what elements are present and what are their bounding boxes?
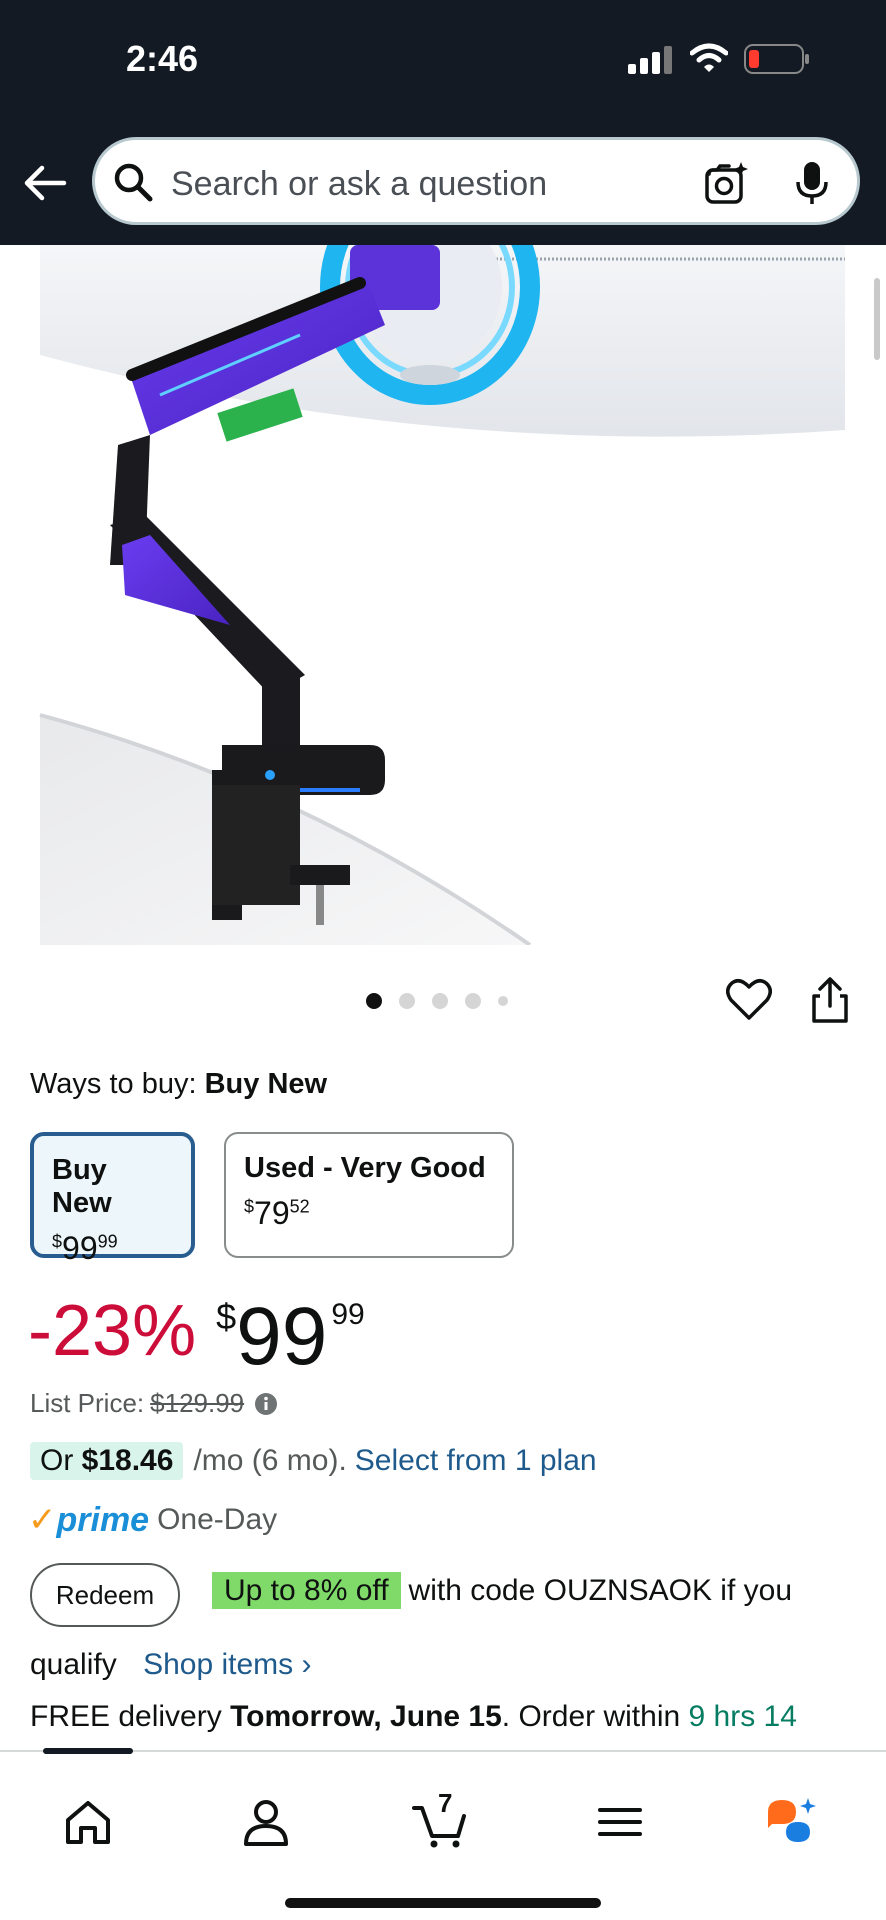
- active-tab-indicator: [43, 1748, 133, 1754]
- option-price: $7952: [244, 1195, 310, 1231]
- search-input[interactable]: Search or ask a question: [171, 165, 547, 204]
- option-title: Used - Very Good: [244, 1152, 486, 1184]
- pagination-dot[interactable]: [465, 993, 481, 1009]
- back-arrow-icon[interactable]: [22, 160, 68, 206]
- camera-lens-icon[interactable]: [703, 160, 749, 206]
- list-price-label: List Price:: [30, 1388, 145, 1418]
- pagination-dot[interactable]: [399, 993, 415, 1009]
- ways-to-buy-selected: Buy New: [204, 1068, 328, 1100]
- pagination-dot[interactable]: [366, 993, 382, 1009]
- top-header: 2:46 Search or ask a question: [0, 0, 886, 245]
- search-bar[interactable]: Search or ask a question: [92, 137, 860, 225]
- coupon-offer: Up to 8% off with code OUZNSAOK if you: [212, 1572, 793, 1609]
- product-photo: [39, 245, 845, 945]
- prime-badge: ✓ prime One-Day: [28, 1500, 277, 1540]
- ways-to-buy-label: Ways to buy:: [30, 1068, 197, 1100]
- home-icon[interactable]: [60, 1794, 116, 1850]
- discount-percent: -23%: [28, 1291, 197, 1371]
- delivery-info: FREE delivery Tomorrow, June 15. Order w…: [30, 1700, 797, 1733]
- share-icon[interactable]: [810, 976, 850, 1024]
- scroll-indicator: [874, 278, 880, 360]
- used-very-good-option[interactable]: Used - Very Good $7952: [224, 1132, 514, 1258]
- search-icon: [114, 163, 153, 202]
- prime-check-icon: ✓: [28, 1501, 57, 1539]
- menu-icon[interactable]: [592, 1794, 648, 1850]
- monthly-suffix: /mo (6 mo).: [193, 1444, 347, 1477]
- cart-button[interactable]: 7: [412, 1788, 468, 1850]
- prime-logo: prime: [56, 1500, 150, 1539]
- bottom-nav: 7: [0, 1748, 886, 1920]
- microphone-icon[interactable]: [795, 160, 829, 206]
- product-image[interactable]: [0, 245, 886, 945]
- buy-new-option[interactable]: Buy New $9999: [30, 1132, 195, 1266]
- info-icon[interactable]: [254, 1392, 278, 1416]
- home-indicator: [285, 1898, 601, 1908]
- list-price-value: $129.99: [150, 1388, 245, 1418]
- cellular-signal-icon: [628, 46, 672, 74]
- coupon-text: with code OUZNSAOK if you: [408, 1574, 793, 1607]
- image-pagination-dots[interactable]: [366, 993, 508, 1009]
- pagination-dot[interactable]: [498, 996, 508, 1006]
- coupon-badge: Up to 8% off: [212, 1572, 401, 1609]
- heart-icon[interactable]: [726, 978, 772, 1022]
- status-time: 2:46: [126, 38, 199, 79]
- pagination-dot[interactable]: [432, 993, 448, 1009]
- ways-to-buy: Ways to buy: Buy New: [30, 1068, 327, 1101]
- delivery-date: Tomorrow, June 15: [230, 1700, 502, 1733]
- option-title: Buy New: [52, 1154, 112, 1219]
- monthly-chip: Or $18.46: [30, 1442, 184, 1480]
- coupon-qualify: qualify Shop items ›: [30, 1648, 311, 1682]
- price-block: -23% $99 99: [28, 1290, 365, 1384]
- redeem-button[interactable]: Redeem: [30, 1563, 180, 1627]
- monthly-payment: Or $18.46 /mo (6 mo). Select from 1 plan: [30, 1442, 597, 1480]
- current-price: $99 99: [216, 1291, 365, 1382]
- rufus-assistant-icon[interactable]: [764, 1794, 820, 1850]
- delivery-countdown: 9 hrs 14: [688, 1700, 797, 1733]
- shop-items-link[interactable]: Shop items ›: [143, 1648, 311, 1681]
- battery-icon: [744, 44, 809, 74]
- prime-delivery-label: One-Day: [157, 1503, 278, 1536]
- coupon-text-2: qualify: [30, 1648, 117, 1681]
- wifi-icon: [690, 43, 728, 72]
- option-price: $9999: [52, 1230, 118, 1266]
- list-price: List Price: $129.99: [30, 1388, 278, 1419]
- cart-count: 7: [438, 1788, 453, 1818]
- account-icon[interactable]: [238, 1794, 294, 1850]
- select-plan-link[interactable]: Select from 1 plan: [355, 1444, 597, 1478]
